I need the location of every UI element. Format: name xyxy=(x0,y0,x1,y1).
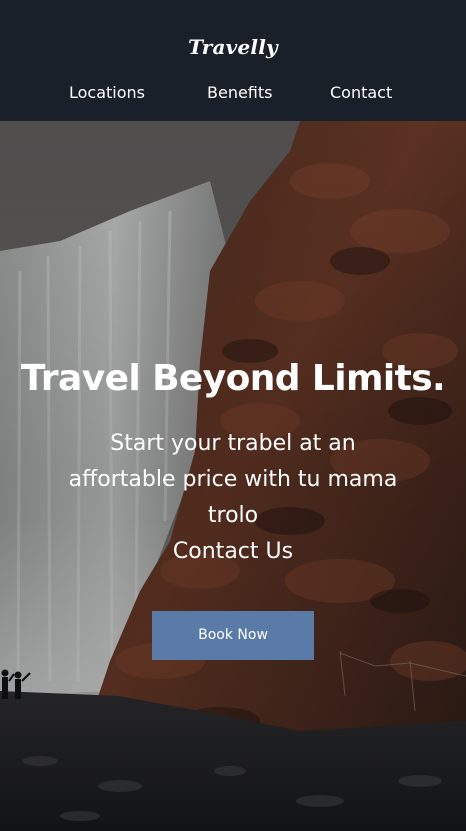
main-nav: Locations Benefits Contact xyxy=(0,82,466,104)
hero-subtitle: Start your trabel at an affortable price… xyxy=(43,426,423,570)
hero-section: Travel Beyond Limits. Start your trabel … xyxy=(0,121,466,831)
book-now-button[interactable]: Book Now xyxy=(152,611,314,660)
nav-link-contact[interactable]: Contact xyxy=(330,82,392,104)
hero-subtitle-line: Start your trabel at an xyxy=(110,431,356,456)
hero-contact-text: Contact Us xyxy=(172,539,294,564)
site-header: Travelly Locations Benefits Contact xyxy=(0,0,466,121)
brand-logo[interactable]: Travelly xyxy=(0,35,466,59)
hero-subtitle-line: trolo xyxy=(207,503,259,528)
nav-link-benefits[interactable]: Benefits xyxy=(207,82,273,104)
hero-subtitle-line: affortable price with tu mama xyxy=(68,467,398,492)
hero-title: Travel Beyond Limits. xyxy=(20,358,446,400)
nav-link-locations[interactable]: Locations xyxy=(69,82,145,104)
